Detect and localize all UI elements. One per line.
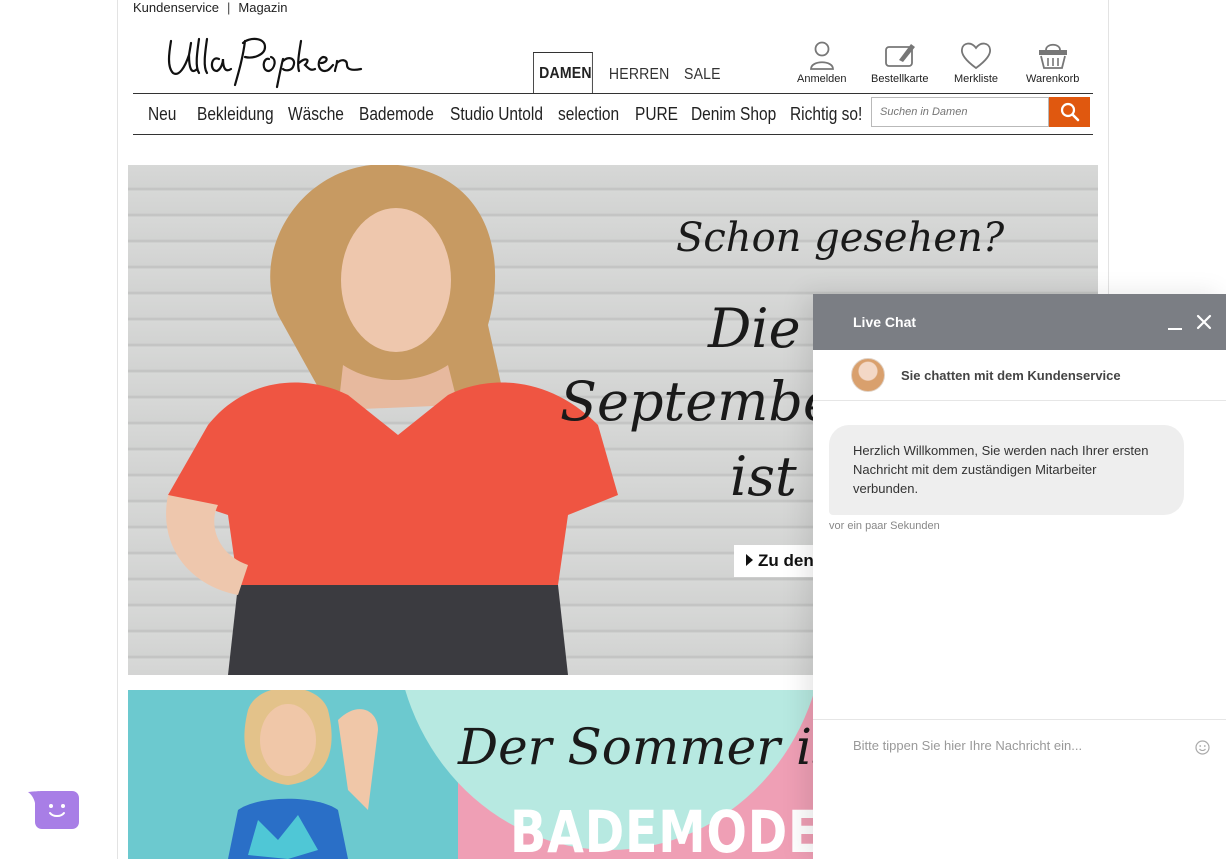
tab-damen[interactable]: DAMEN	[533, 52, 593, 94]
chat-header: Live Chat	[813, 294, 1226, 350]
login-label: Anmelden	[797, 73, 847, 85]
order-card-label: Bestellkarte	[871, 73, 929, 85]
heart-icon	[960, 42, 992, 70]
nav-item-studio-untold[interactable]: Studio Untold	[450, 104, 543, 125]
nav-item-waesche[interactable]: Wäsche	[288, 104, 344, 125]
cart-label: Warenkorb	[1026, 73, 1080, 85]
logo-script-image	[167, 37, 363, 89]
close-icon[interactable]	[1196, 314, 1212, 330]
hero-headline: Schon gesehen?	[676, 215, 1005, 261]
ulla-popken-logo[interactable]	[165, 33, 365, 89]
agent-avatar	[851, 358, 885, 392]
nav-item-selection[interactable]: selection	[558, 104, 619, 125]
search-icon	[1060, 102, 1079, 122]
minimize-icon[interactable]	[1168, 316, 1182, 332]
chat-title: Live Chat	[853, 314, 917, 330]
tab-herren[interactable]: HERREN	[601, 66, 674, 94]
chat-agent-bar: Sie chatten mit dem Kundenservice	[813, 350, 1226, 401]
hero-line-die: Die	[708, 297, 801, 360]
chat-launcher-button[interactable]	[28, 789, 80, 829]
nav-item-neu[interactable]: Neu	[148, 104, 176, 125]
play-arrow-icon	[746, 554, 753, 566]
user-icon	[809, 41, 834, 70]
tab-sale[interactable]: SALE	[684, 66, 725, 94]
link-separator: |	[227, 0, 231, 15]
search-field[interactable]	[871, 97, 1049, 127]
cart-button[interactable]: Warenkorb	[1026, 40, 1079, 85]
order-card-button[interactable]: Bestellkarte	[871, 40, 928, 85]
chat-input-area[interactable]: Bitte tippen Sie hier Ihre Nachricht ein…	[813, 719, 1226, 859]
message-timestamp: vor ein paar Sekunden	[829, 520, 940, 532]
nav-item-richtig-so[interactable]: Richtig so!	[790, 104, 862, 125]
welcome-message: Herzlich Willkommen, Sie werden nach Ihr…	[829, 425, 1184, 515]
order-card-icon	[884, 44, 915, 67]
gender-tabs: DAMEN HERREN SALE	[533, 52, 730, 94]
chat-message-input[interactable]: Bitte tippen Sie hier Ihre Nachricht ein…	[853, 738, 1082, 753]
nav-item-denim-shop[interactable]: Denim Shop	[691, 104, 776, 125]
search-button[interactable]	[1049, 97, 1090, 127]
emoji-icon[interactable]	[1195, 740, 1210, 755]
hero-line-ist: ist	[730, 445, 797, 508]
service-links: Kundenservice | Magazin	[133, 0, 288, 15]
wishlist-button[interactable]: Merkliste	[954, 40, 998, 85]
wishlist-label: Merkliste	[954, 73, 999, 85]
hero-cta-label: Zu den	[758, 551, 814, 570]
nav-item-bademode[interactable]: Bademode	[359, 104, 434, 125]
kundenservice-link[interactable]: Kundenservice	[133, 0, 219, 15]
nav-item-bekleidung[interactable]: Bekleidung	[197, 104, 274, 125]
banner2-headline: Der Sommer is	[458, 718, 838, 776]
live-chat-window: Live Chat Sie chatten mit dem Kundenserv…	[813, 294, 1226, 859]
nav-item-pure[interactable]: PURE	[635, 104, 678, 125]
magazin-link[interactable]: Magazin	[238, 0, 287, 15]
login-button[interactable]: Anmelden	[797, 40, 847, 85]
swimwear-model-image	[228, 690, 378, 859]
search-input[interactable]	[880, 106, 1040, 118]
basket-icon	[1038, 43, 1067, 69]
agent-status-text: Sie chatten mit dem Kundenservice	[901, 367, 1121, 383]
